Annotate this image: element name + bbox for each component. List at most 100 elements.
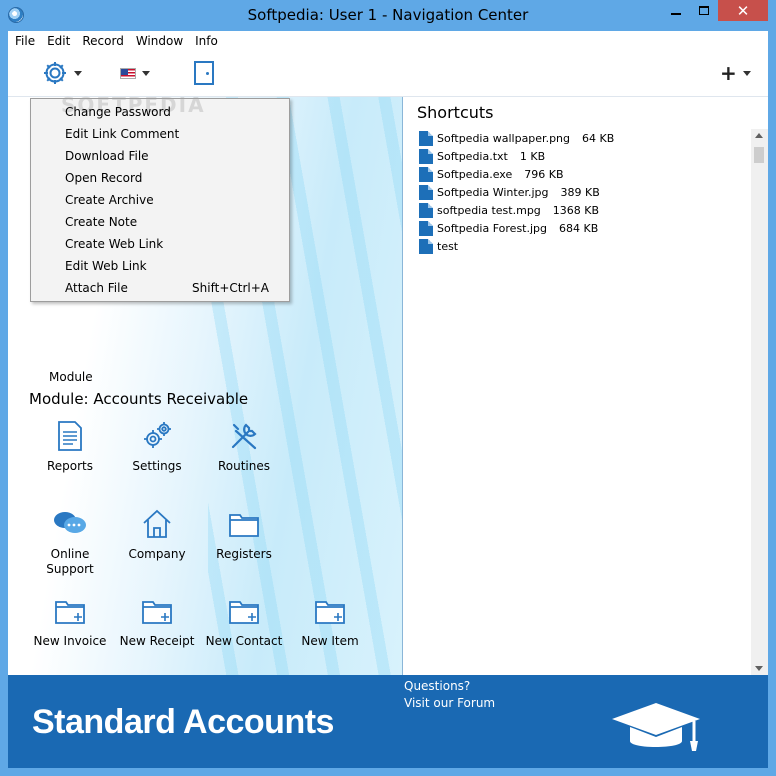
menu-item-edit-link-comment[interactable]: Edit Link Comment bbox=[31, 123, 289, 145]
menu-edit[interactable]: Edit bbox=[41, 34, 76, 48]
list-item[interactable]: Softpedia Winter.jpg 389 KB bbox=[419, 183, 614, 201]
tile-label-line2: Support bbox=[46, 562, 94, 576]
chat-icon bbox=[53, 507, 87, 541]
menu-item-shortcut: Shift+Ctrl+A bbox=[192, 281, 269, 295]
language-dropdown-button[interactable] bbox=[120, 60, 150, 86]
settings-dropdown-button[interactable] bbox=[42, 60, 82, 86]
file-icon bbox=[419, 130, 433, 146]
vertical-scrollbar[interactable] bbox=[751, 129, 768, 675]
file-icon bbox=[419, 166, 433, 182]
menu-item-create-archive[interactable]: Create Archive bbox=[31, 189, 289, 211]
list-item[interactable]: Softpedia.exe 796 KB bbox=[419, 165, 614, 183]
file-size: 1 KB bbox=[519, 149, 546, 163]
menu-item-label: Open Record bbox=[65, 171, 143, 185]
shortcuts-panel: Shortcuts Softpedia wallpaper.png 64 KB S… bbox=[403, 97, 768, 675]
file-name: test bbox=[437, 239, 459, 253]
application-window: Softpedia: User 1 - Navigation Center ✕ … bbox=[0, 0, 776, 776]
tile-new-contact[interactable]: New Contact bbox=[201, 594, 287, 649]
tile-online-support[interactable]: Online Support bbox=[27, 507, 113, 577]
us-flag-icon bbox=[120, 67, 136, 79]
menu-item-change-password[interactable]: Change Password bbox=[31, 101, 289, 123]
plus-icon: + bbox=[720, 61, 737, 85]
menu-item-open-record[interactable]: Open Record bbox=[31, 167, 289, 189]
menu-item-edit-web-link[interactable]: Edit Web Link bbox=[31, 255, 289, 277]
menu-item-attach-file[interactable]: Attach File Shift+Ctrl+A bbox=[31, 277, 289, 299]
tile-label: Online Support bbox=[27, 547, 113, 577]
list-item[interactable]: Softpedia Forest.jpg 684 KB bbox=[419, 219, 614, 237]
file-icon bbox=[419, 220, 433, 236]
tile-label: Registers bbox=[216, 547, 272, 561]
menu-window[interactable]: Window bbox=[130, 34, 189, 48]
file-size: 684 KB bbox=[559, 221, 599, 235]
exit-button[interactable] bbox=[194, 60, 214, 86]
add-dropdown-button[interactable]: + bbox=[720, 60, 751, 86]
maximize-button[interactable] bbox=[690, 0, 718, 21]
list-item[interactable]: Softpedia.txt 1 KB bbox=[419, 147, 614, 165]
menu-item-label: Attach File bbox=[65, 281, 128, 295]
menu-bar: File Edit Record Window Info bbox=[8, 31, 768, 51]
file-size: 64 KB bbox=[582, 131, 615, 145]
tile-label: Settings bbox=[132, 459, 182, 473]
file-icon bbox=[419, 148, 433, 164]
chevron-down-icon bbox=[742, 70, 751, 76]
shortcuts-title: Shortcuts bbox=[417, 103, 494, 122]
tile-reports[interactable]: Reports bbox=[27, 419, 113, 474]
scroll-thumb[interactable] bbox=[754, 147, 764, 163]
tile-label: Routines bbox=[217, 459, 271, 473]
tile-label: Company bbox=[128, 547, 186, 561]
file-size: 1368 KB bbox=[552, 203, 600, 217]
list-item[interactable]: Softpedia wallpaper.png 64 KB bbox=[419, 129, 614, 147]
reports-icon bbox=[53, 419, 87, 453]
maximize-icon bbox=[699, 6, 709, 15]
tile-label: New Invoice bbox=[33, 634, 107, 648]
tile-settings[interactable]: Settings bbox=[114, 419, 200, 474]
exit-door-icon bbox=[194, 61, 214, 85]
forum-link[interactable]: Visit our Forum bbox=[404, 696, 495, 710]
file-name: Softpedia Forest.jpg bbox=[437, 221, 548, 235]
file-size: 389 KB bbox=[560, 185, 600, 199]
new-folder-icon bbox=[53, 594, 87, 628]
file-icon bbox=[419, 202, 433, 218]
tile-new-receipt[interactable]: New Receipt bbox=[114, 594, 200, 649]
scroll-up-icon[interactable] bbox=[755, 133, 763, 138]
module-header: Module: Accounts Receivable bbox=[29, 390, 249, 408]
tile-label: Reports bbox=[46, 459, 94, 473]
tile-label: New Contact bbox=[205, 634, 283, 648]
menu-item-create-note[interactable]: Create Note bbox=[31, 211, 289, 233]
close-icon: ✕ bbox=[736, 1, 750, 20]
list-item[interactable]: softpedia test.mpg 1368 KB bbox=[419, 201, 614, 219]
menu-item-label: Download File bbox=[65, 149, 149, 163]
menu-item-label: Create Web Link bbox=[65, 237, 164, 251]
file-name: softpedia test.mpg bbox=[437, 203, 541, 217]
new-folder-icon bbox=[313, 594, 347, 628]
menu-item-create-web-link[interactable]: Create Web Link bbox=[31, 233, 289, 255]
graduation-cap-icon bbox=[612, 703, 700, 751]
minimize-button[interactable] bbox=[662, 0, 690, 21]
home-icon bbox=[140, 507, 174, 541]
scroll-down-icon[interactable] bbox=[755, 666, 763, 671]
menu-item-label: Create Note bbox=[65, 215, 138, 229]
tile-new-invoice[interactable]: New Invoice bbox=[27, 594, 113, 649]
file-size: 796 KB bbox=[524, 167, 564, 181]
menu-record[interactable]: Record bbox=[76, 34, 129, 48]
file-name: Softpedia Winter.jpg bbox=[437, 185, 549, 199]
menu-info[interactable]: Info bbox=[189, 34, 224, 48]
file-icon bbox=[419, 184, 433, 200]
title-bar[interactable]: Softpedia: User 1 - Navigation Center ✕ bbox=[0, 0, 776, 31]
shortcuts-list: Softpedia wallpaper.png 64 KB Softpedia.t… bbox=[419, 129, 614, 255]
routines-icon bbox=[227, 419, 261, 453]
tile-routines[interactable]: Routines bbox=[201, 419, 287, 474]
tile-company[interactable]: Company bbox=[114, 507, 200, 562]
menu-item-download-file[interactable]: Download File bbox=[31, 145, 289, 167]
menu-item-label: Change Password bbox=[65, 105, 171, 119]
tile-registers[interactable]: Registers bbox=[201, 507, 287, 562]
tile-label: New Item bbox=[301, 634, 359, 648]
window-title: Softpedia: User 1 - Navigation Center bbox=[247, 6, 529, 24]
new-folder-icon bbox=[140, 594, 174, 628]
module-label: Module bbox=[49, 370, 93, 384]
close-button[interactable]: ✕ bbox=[718, 0, 768, 21]
menu-file[interactable]: File bbox=[8, 34, 41, 48]
file-name: Softpedia wallpaper.png bbox=[437, 131, 570, 145]
tile-new-item[interactable]: New Item bbox=[287, 594, 373, 649]
list-item[interactable]: test bbox=[419, 237, 614, 255]
